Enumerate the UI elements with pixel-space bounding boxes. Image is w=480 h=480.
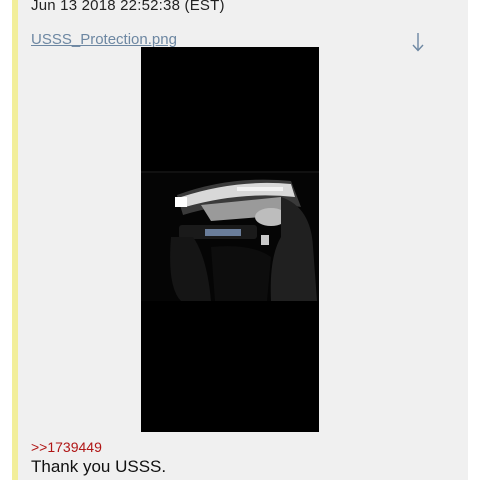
attachment-file-link[interactable]: USSS_Protection.png — [31, 31, 177, 48]
post-container: Jun 13 2018 22:52:38 (EST) USSS_Protecti… — [12, 0, 468, 480]
attached-photo[interactable] — [141, 47, 319, 432]
post-timestamp: Jun 13 2018 22:52:38 (EST) — [31, 0, 225, 14]
car-interior-photo — [141, 47, 319, 432]
post-message: Thank you USSS. — [31, 457, 167, 476]
reply-quote-link[interactable]: >>1739449 — [31, 439, 102, 455]
download-arrow-icon[interactable] — [410, 31, 426, 53]
